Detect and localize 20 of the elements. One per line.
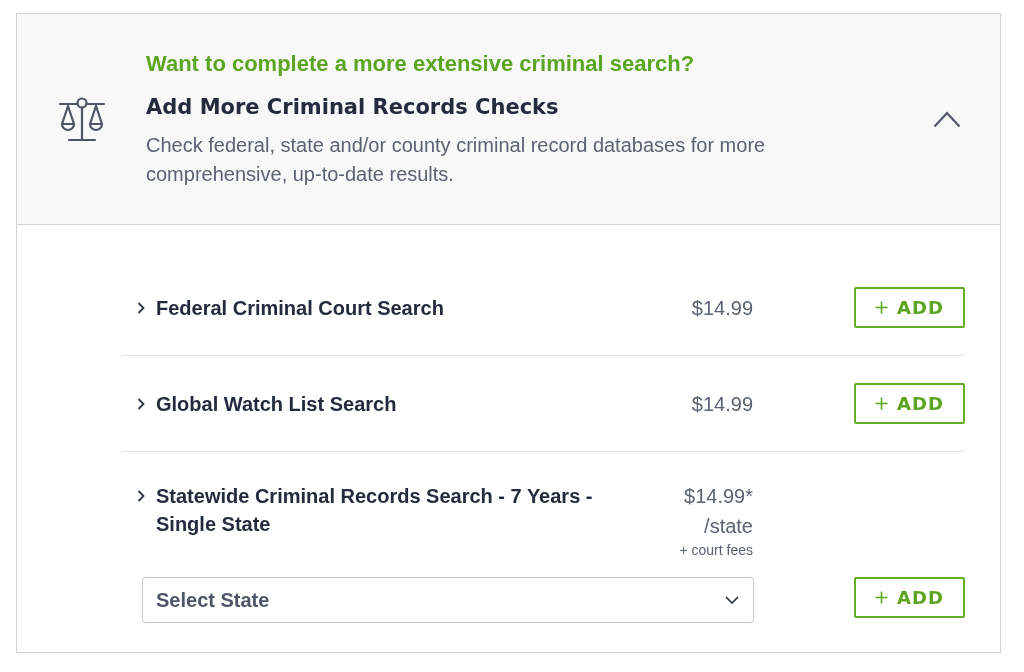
plus-icon <box>874 301 888 314</box>
check-name: Global Watch List Search <box>156 391 398 417</box>
plus-icon <box>874 397 888 410</box>
promo-heading: Want to complete a more extensive criminal search? <box>146 50 696 78</box>
section-description: Check federal, state and/or county criminal record databases for more comprehensive, up-to-date results. <box>146 133 767 187</box>
add-button[interactable]: ADD <box>854 577 965 618</box>
check-name: Federal Criminal Court Search <box>156 295 445 321</box>
add-button[interactable]: ADD <box>854 287 965 328</box>
price: $14.99* <box>684 484 753 509</box>
plus-icon <box>874 591 888 604</box>
price: $14.99 <box>691 391 753 417</box>
price: $14.99 <box>691 295 753 321</box>
scales-icon <box>58 96 106 143</box>
state-select[interactable]: Select State <box>142 577 754 623</box>
add-button[interactable]: ADD <box>854 383 965 424</box>
caret-icon <box>725 596 739 604</box>
price-unit: /state <box>704 514 753 539</box>
check-name: Statewide Criminal Records Search - 7 Years - Single State <box>156 484 594 537</box>
section-title: Add More Criminal Records Checks <box>146 94 560 121</box>
fee-note: + court fees <box>679 541 753 559</box>
